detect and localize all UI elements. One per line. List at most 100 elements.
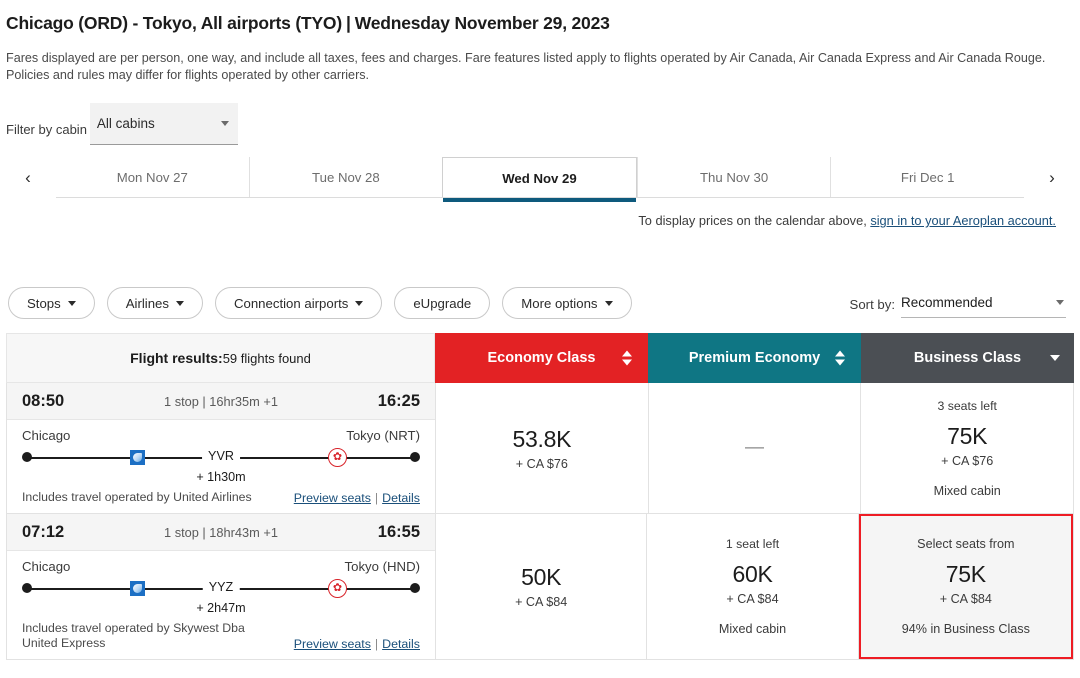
date-tab-fri-dec-1[interactable]: Fri Dec 1 xyxy=(830,157,1024,198)
chevron-down-icon xyxy=(355,300,364,306)
flight-footer-1: Includes travel operated by United Airli… xyxy=(7,490,435,513)
fare-points: 75K xyxy=(947,422,988,449)
details-link[interactable]: Details xyxy=(382,637,420,651)
flight-route-1: Chicago Tokyo (NRT) ✿ YVR + 1h30m xyxy=(7,420,435,484)
flight-results-count-text: 59 flights found xyxy=(222,350,311,366)
link-separator: | xyxy=(374,637,379,651)
fare-points: 60K xyxy=(732,561,773,587)
fare-note: Mixed cabin xyxy=(933,483,1001,498)
chevron-down-icon[interactable] xyxy=(1050,355,1060,361)
date-strip-divider xyxy=(56,197,1024,198)
flight-summary: 1 stop | 16hr35m +1 xyxy=(164,393,278,409)
departure-time: 08:50 xyxy=(22,391,65,410)
departure-time: 07:12 xyxy=(22,522,65,541)
destination-dot xyxy=(410,452,420,462)
date-tab-wed-nov-29[interactable]: Wed Nov 29 xyxy=(442,157,637,202)
flight-times-1: 08:50 1 stop | 16hr35m +1 16:25 xyxy=(7,383,435,420)
previous-dates-button[interactable]: ‹ xyxy=(0,157,56,198)
layover-duration: + 2h47m xyxy=(196,601,246,615)
filter-airlines-button[interactable]: Airlines xyxy=(106,287,203,319)
caret-down-icon xyxy=(622,359,632,366)
fare-cash: + CA $76 xyxy=(941,453,994,468)
air-canada-icon: ✿ xyxy=(328,579,347,598)
table-row: 08:50 1 stop | 16hr35m +1 16:25 Chicago … xyxy=(6,383,1074,514)
table-header-row: Flight results: 59 flights found Economy … xyxy=(6,333,1074,383)
page-title: Chicago (ORD) - Tokyo, All airports (TYO… xyxy=(6,13,610,34)
fare-cell-business-2-selected[interactable]: Select seats from 75K + CA $84 94% in Bu… xyxy=(858,514,1073,659)
business-class-label: Business Class xyxy=(913,350,1022,366)
date-navigation-strip: ‹ Mon Nov 27 Tue Nov 28 Wed Nov 29 Thu N… xyxy=(0,157,1080,202)
sort-arrows-icon[interactable] xyxy=(835,350,845,366)
preview-seats-link[interactable]: Preview seats xyxy=(294,637,371,651)
signin-prompt: To display prices on the calendar above,… xyxy=(638,213,1056,228)
sort-arrows-icon[interactable] xyxy=(622,350,632,366)
fare-cell-premium-2[interactable]: 1 seat left 60K + CA $84 Mixed cabin xyxy=(647,514,859,659)
destination-city: Tokyo (HND) xyxy=(344,559,420,574)
chevron-down-icon xyxy=(220,121,229,126)
date-tab-thu-nov-30[interactable]: Thu Nov 30 xyxy=(636,157,831,198)
fare-disclaimer: Fares displayed are per person, one way,… xyxy=(6,51,1046,82)
fare-cash: + CA $84 xyxy=(515,595,568,609)
fare-cash: + CA $84 xyxy=(726,592,779,606)
route-cities: Chicago Tokyo (NRT) xyxy=(22,428,420,443)
united-airlines-icon xyxy=(130,581,145,596)
next-dates-button[interactable]: › xyxy=(1024,157,1080,198)
filter-airlines-label: Airlines xyxy=(125,295,169,311)
fare-cell-business-1[interactable]: 3 seats left 75K + CA $76 Mixed cabin xyxy=(861,383,1074,513)
connection-airport-code: YYZ xyxy=(202,580,240,594)
operated-by-text: Includes travel operated by Skywest Dba … xyxy=(22,621,245,650)
premium-economy-label: Premium Economy xyxy=(688,350,821,366)
economy-class-label: Economy Class xyxy=(487,350,596,366)
date-tabs: Mon Nov 27 Tue Nov 28 Wed Nov 29 Thu Nov… xyxy=(56,157,1024,202)
date-tab-mon-nov-27[interactable]: Mon Nov 27 xyxy=(56,157,249,198)
origin-dot xyxy=(22,583,32,593)
fare-points: 50K xyxy=(521,564,562,590)
caret-down-icon xyxy=(835,359,845,366)
route-text: Chicago (ORD) - Tokyo, All airports (TYO… xyxy=(6,13,342,33)
sort-select[interactable]: Recommended xyxy=(901,288,1066,318)
date-tab-tue-nov-28[interactable]: Tue Nov 28 xyxy=(248,157,443,198)
arrival-time: 16:55 xyxy=(377,522,420,541)
sort-control: Sort by: Recommended xyxy=(850,288,1066,318)
route-diagram: ✿ YVR xyxy=(22,447,420,469)
filter-pill-bar: Stops Airlines Connection airports eUpgr… xyxy=(8,287,632,319)
column-header-business-class[interactable]: Business Class xyxy=(861,333,1074,383)
travel-date: Wednesday November 29, 2023 xyxy=(354,13,610,33)
preview-seats-link[interactable]: Preview seats xyxy=(294,491,371,505)
signin-link[interactable]: sign in to your Aeroplan account. xyxy=(870,213,1056,228)
column-header-premium-economy[interactable]: Premium Economy xyxy=(648,333,861,383)
link-separator: | xyxy=(374,491,379,505)
fare-points: 53.8K xyxy=(512,425,572,452)
details-link[interactable]: Details xyxy=(382,491,420,505)
column-header-economy-class[interactable]: Economy Class xyxy=(435,333,648,383)
filter-eupgrade-button[interactable]: eUpgrade xyxy=(394,287,491,319)
seats-left-badge: 1 seat left xyxy=(725,537,780,551)
fare-cash: + CA $84 xyxy=(939,592,992,606)
fare-points: 75K xyxy=(945,561,986,587)
flight-itinerary-2: 07:12 1 stop | 18hr43m +1 16:55 Chicago … xyxy=(7,514,436,659)
origin-city: Chicago xyxy=(22,428,71,443)
caret-up-icon xyxy=(835,350,845,357)
chevron-down-icon xyxy=(604,300,613,306)
cabin-filter: Filter by cabin All cabins xyxy=(6,103,238,145)
flight-links: Preview seats | Details xyxy=(294,637,420,651)
destination-city: Tokyo (NRT) xyxy=(346,428,420,443)
filter-connection-airports-label: Connection airports xyxy=(233,295,349,311)
fare-cell-economy-1[interactable]: 53.8K + CA $76 xyxy=(436,383,649,513)
fare-unavailable: — xyxy=(745,437,764,458)
flight-search-results-page: Chicago (ORD) - Tokyo, All airports (TYO… xyxy=(0,0,1080,678)
filter-connection-airports-button[interactable]: Connection airports xyxy=(214,287,383,319)
air-canada-icon: ✿ xyxy=(328,448,347,467)
filter-stops-button[interactable]: Stops xyxy=(8,287,95,319)
flight-summary: 1 stop | 18hr43m +1 xyxy=(164,524,278,540)
sort-label: Sort by: xyxy=(849,297,895,312)
caret-up-icon xyxy=(622,350,632,357)
fare-cell-economy-2[interactable]: 50K + CA $84 xyxy=(436,514,648,659)
filter-more-options-button[interactable]: More options xyxy=(502,287,632,319)
seats-left-badge: 3 seats left xyxy=(937,398,997,413)
cabin-filter-select[interactable]: All cabins xyxy=(89,103,238,145)
flight-results-label: Flight results: xyxy=(130,350,223,366)
select-seats-label: Select seats from xyxy=(917,537,1015,551)
fare-cash: + CA $76 xyxy=(515,456,568,471)
flight-route-2: Chicago Tokyo (HND) ✿ YYZ + 2h47m xyxy=(7,551,435,615)
